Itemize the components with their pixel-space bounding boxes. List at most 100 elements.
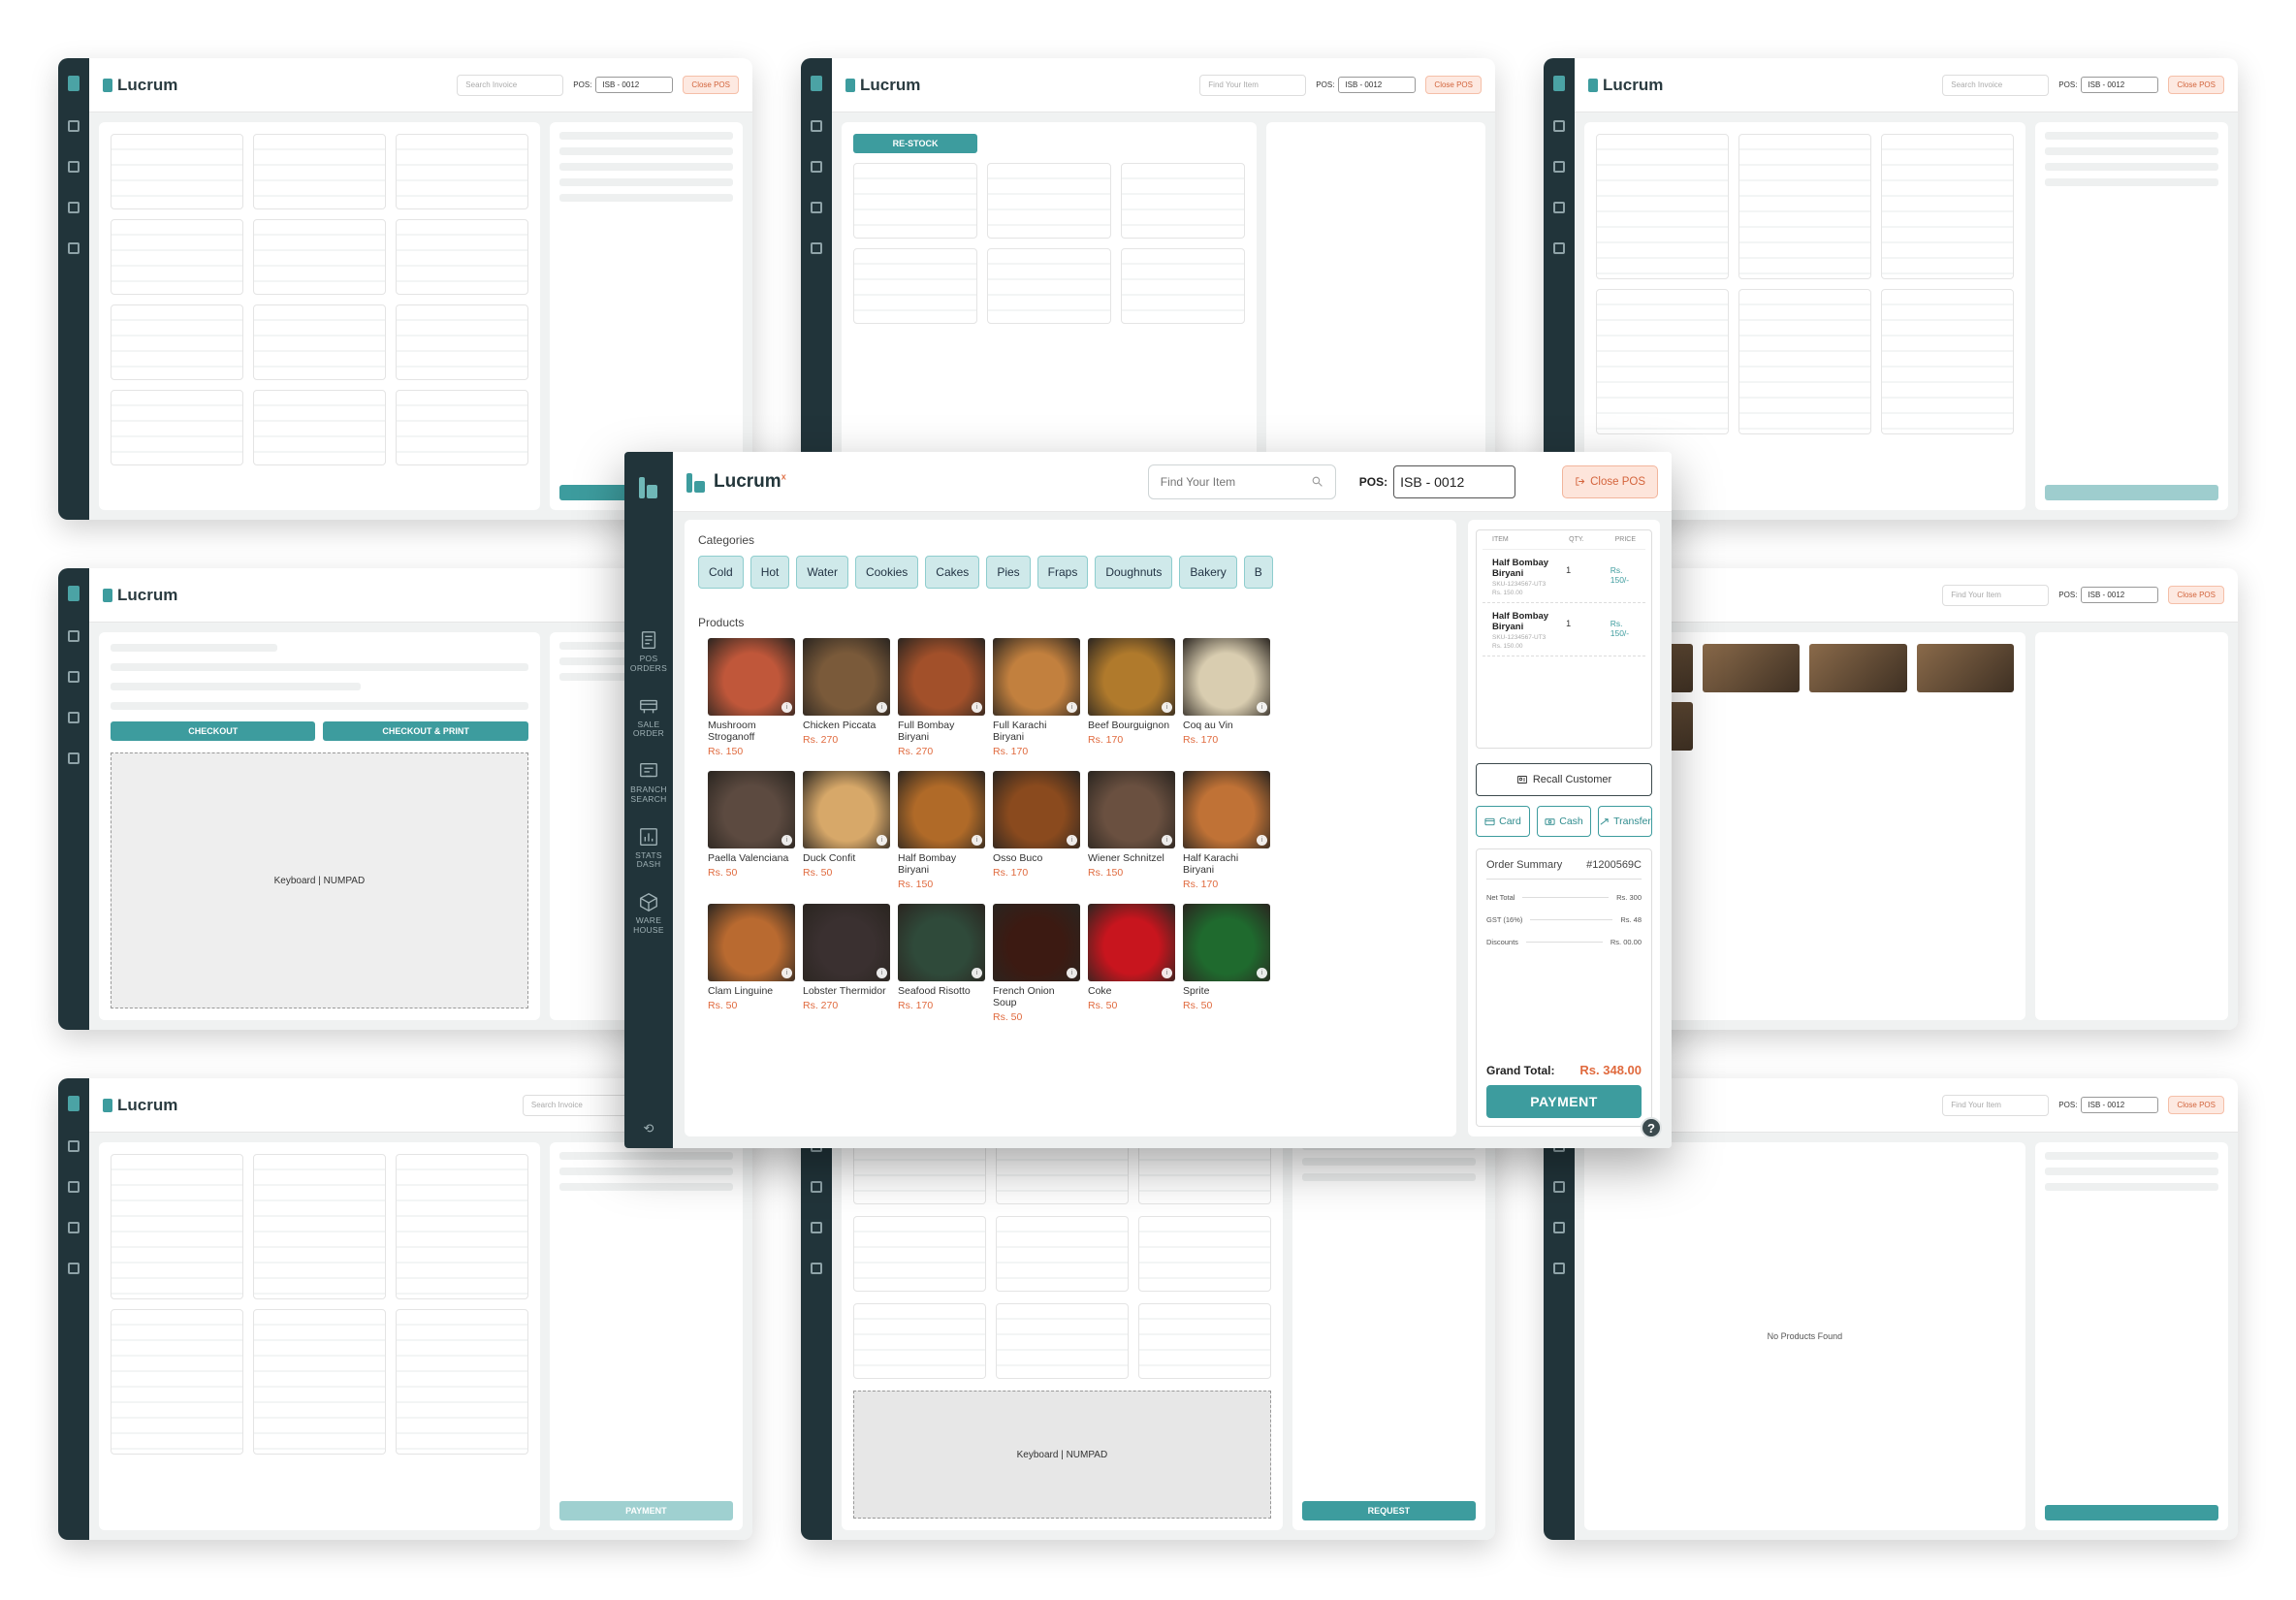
product-price: Rs. 50 (1088, 1000, 1118, 1012)
category-chip[interactable]: Hot (749, 556, 790, 589)
products-title: Products (698, 616, 745, 629)
info-icon[interactable]: i (1257, 968, 1267, 979)
cart-row[interactable]: Half Bombay Biryani SKU-1234567-UT3 Rs. 15… (1483, 603, 1645, 656)
main-body: Categories Cold Hot Water Cookies Cakes Pies F… (673, 512, 1672, 1148)
product-image: i (993, 638, 1080, 716)
info-icon[interactable]: i (1162, 835, 1172, 847)
product-card[interactable]: i Seafood Risotto Rs. 170 (898, 904, 985, 1023)
info-icon[interactable]: i (877, 835, 887, 847)
product-card[interactable]: i Coq au Vin Rs. 170 (1183, 638, 1270, 757)
info-icon[interactable]: i (1067, 968, 1077, 979)
product-card[interactable]: i Half Karachi Biryani Rs. 170 (1183, 771, 1270, 890)
product-card[interactable]: i Wiener Schnitzel Rs. 150 (1088, 771, 1175, 890)
search-box[interactable] (1147, 464, 1336, 499)
info-icon[interactable]: i (1162, 968, 1172, 979)
cart-item-unit-price: Rs. 150.00 (1492, 643, 1523, 650)
transfer-button[interactable]: Transfer (1598, 806, 1652, 837)
info-icon[interactable]: i (877, 702, 887, 713)
category-chip[interactable]: Cold (698, 556, 744, 589)
product-card[interactable]: i Full Bombay Biryani Rs. 270 (898, 638, 985, 757)
info-icon[interactable]: i (1257, 835, 1267, 847)
rail-item-warehouse[interactable]: WARE HOUSE (624, 891, 673, 936)
product-image: i (708, 771, 795, 849)
category-chip[interactable]: Cakes (925, 556, 980, 589)
product-name: Half Karachi Biryani (1183, 852, 1239, 877)
category-chip[interactable]: Doughnuts (1095, 556, 1173, 589)
cart-item-sku: SKU-1234567-UT3 (1492, 634, 1547, 641)
rail-logo[interactable] (639, 473, 658, 498)
cart-header-qty: QTY. (1569, 536, 1584, 543)
info-icon[interactable]: i (1067, 835, 1077, 847)
info-icon[interactable]: i (781, 835, 792, 847)
logout-icon[interactable]: ⟲ (644, 1121, 654, 1136)
category-chip[interactable]: Water (796, 556, 848, 589)
search-input[interactable] (1160, 474, 1311, 489)
category-chip[interactable]: Pies (986, 556, 1031, 589)
bg-screen-orders: Lucrum Search Invoice POS: ISB - 0012 Close … (58, 58, 752, 520)
info-icon[interactable]: i (877, 968, 887, 979)
product-name: Clam Linguine (708, 985, 774, 998)
close-pos-button[interactable]: Close POS (1562, 464, 1658, 498)
product-name: Coke (1088, 985, 1112, 998)
sale-order-icon (640, 699, 657, 713)
product-image: i (708, 638, 795, 716)
product-image: i (1088, 638, 1175, 716)
payment-methods: Card Cash Transfer (1476, 806, 1652, 837)
product-name: Paella Valenciana (708, 852, 789, 865)
rail-item-sale-order[interactable]: SALE ORDER (624, 695, 673, 740)
product-price: Rs. 270 (803, 1000, 839, 1012)
product-name: Mushroom Stroganoff (708, 720, 756, 744)
product-card[interactable]: i Osso Buco Rs. 170 (993, 771, 1080, 890)
category-chip[interactable]: Bakery (1179, 556, 1237, 589)
payment-button[interactable]: PAYMENT (1486, 1085, 1642, 1118)
cart-item-qty[interactable]: 1 (1566, 558, 1610, 596)
grand-total-label: Grand Total: (1486, 1063, 1555, 1077)
info-icon[interactable]: i (972, 968, 982, 979)
product-card[interactable]: i Beef Bourguignon Rs. 170 (1088, 638, 1175, 757)
recall-customer-button[interactable]: Recall Customer (1476, 763, 1652, 796)
product-card[interactable]: i Paella Valenciana Rs. 50 (708, 771, 795, 890)
net-total-row: Net Total Rs. 300 (1486, 893, 1642, 902)
cash-button[interactable]: Cash (1537, 806, 1591, 837)
categories-title: Categories (698, 533, 755, 547)
cart-row[interactable]: Half Bombay Biryani SKU-1234567-UT3 Rs. 15… (1483, 550, 1645, 603)
info-icon[interactable]: i (781, 968, 792, 979)
order-panel: ITEM QTY. PRICE Half Bombay Biryani SKU-1… (1468, 520, 1660, 1136)
product-price: Rs. 270 (898, 746, 934, 758)
category-chip[interactable]: Fraps (1036, 556, 1089, 589)
product-card[interactable]: i Full Karachi Biryani Rs. 170 (993, 638, 1080, 757)
product-price: Rs. 150 (1088, 867, 1124, 880)
info-icon[interactable]: i (1067, 702, 1077, 713)
close-pos-label: Close POS (1590, 475, 1645, 488)
grand-total-row: Grand Total: Rs. 348.00 (1486, 1063, 1642, 1077)
help-icon[interactable]: ? (1641, 1117, 1662, 1138)
category-chip[interactable]: Cookies (854, 556, 919, 589)
info-icon[interactable]: i (1162, 702, 1172, 713)
card-button[interactable]: Card (1476, 806, 1530, 837)
product-card[interactable]: i Chicken Piccata Rs. 270 (803, 638, 890, 757)
transfer-label: Transfer (1613, 816, 1651, 827)
product-card[interactable]: i Half Bombay Biryani Rs. 150 (898, 771, 985, 890)
product-card[interactable]: i French Onion Soup Rs. 50 (993, 904, 1080, 1023)
rail-item-branch-search[interactable]: BRANCH SEARCH (624, 760, 673, 805)
product-card[interactable]: i Sprite Rs. 50 (1183, 904, 1270, 1023)
product-card[interactable]: i Coke Rs. 50 (1088, 904, 1175, 1023)
cash-icon (1545, 817, 1555, 825)
product-card[interactable]: i Duck Confit Rs. 50 (803, 771, 890, 890)
info-icon[interactable]: i (972, 835, 982, 847)
category-chip[interactable]: B (1243, 556, 1273, 589)
rail-item-stats-dash[interactable]: STATS DASH (624, 826, 673, 871)
cart-item-qty[interactable]: 1 (1566, 611, 1610, 650)
product-price: Rs. 150 (898, 879, 934, 891)
product-card[interactable]: i Clam Linguine Rs. 50 (708, 904, 795, 1023)
info-icon[interactable]: i (781, 702, 792, 713)
product-image: i (1088, 904, 1175, 982)
rail-item-pos-orders[interactable]: POS ORDERS (624, 629, 673, 674)
gst-value: Rs. 48 (1620, 915, 1642, 924)
card-label: Card (1499, 816, 1521, 827)
product-card[interactable]: i Lobster Thermidor Rs. 270 (803, 904, 890, 1023)
product-card[interactable]: i Mushroom Stroganoff Rs. 150 (708, 638, 795, 757)
info-icon[interactable]: i (972, 702, 982, 713)
info-icon[interactable]: i (1257, 702, 1267, 713)
pos-field[interactable] (1393, 464, 1516, 498)
